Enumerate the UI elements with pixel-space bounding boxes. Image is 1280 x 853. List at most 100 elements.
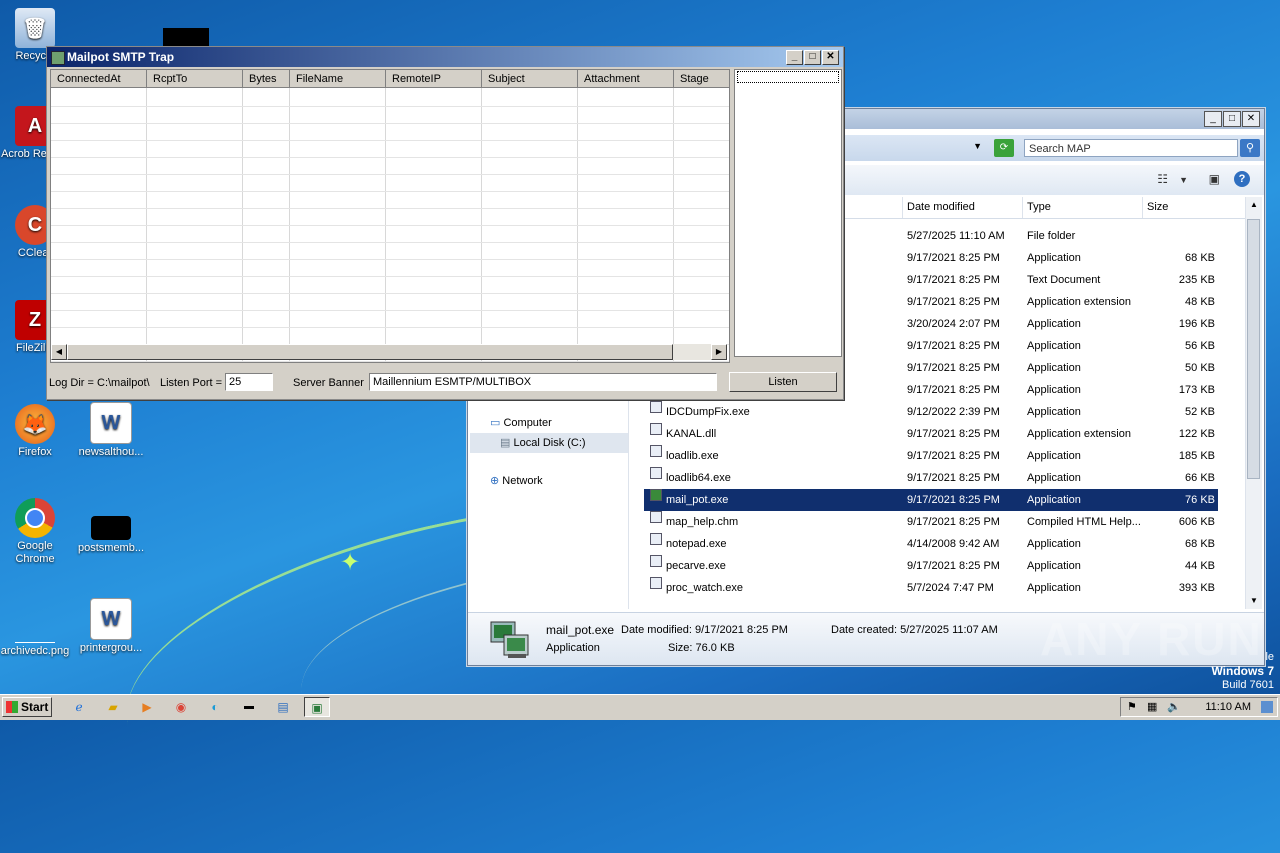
network-tool-icon[interactable]: ▤	[270, 697, 296, 717]
refresh-button[interactable]: ⟳	[994, 139, 1014, 157]
close-button[interactable]: ✕	[822, 50, 839, 65]
column-header-attachment[interactable]: Attachment	[578, 70, 674, 88]
file-row[interactable]: map_help.chm 9/17/2021 8:25 PM Compiled HT…	[644, 511, 1218, 533]
nav-item-network[interactable]: ⊕ Network	[490, 471, 628, 491]
vertical-scrollbar[interactable]: ▲ ▼	[1245, 197, 1262, 609]
taskbar: Start ℯ ▰ ▶ ◉ ◐ ▬ ▤ ▣ ⚑ ▦ 🔈 11:10 AM	[0, 694, 1280, 720]
file-size: 56 KB	[1185, 340, 1215, 352]
file-type: Application	[1027, 362, 1081, 374]
file-date: 9/17/2021 8:25 PM	[907, 296, 1000, 308]
desktop-icon-newsalthou[interactable]: W newsalthou...	[76, 402, 146, 459]
firefox-icon: 🦊	[15, 404, 55, 444]
windows-logo-icon	[6, 701, 18, 713]
disk-icon: ▤	[500, 437, 511, 449]
scroll-thumb[interactable]	[67, 344, 673, 360]
column-header-remoteip[interactable]: RemoteIP	[386, 70, 482, 88]
nav-item-computer[interactable]: ▭ Computer	[490, 413, 628, 433]
column-header-size[interactable]: Size	[1142, 197, 1223, 218]
wallpaper-logo: ✦	[340, 549, 361, 576]
search-input[interactable]: Search MAP	[1024, 139, 1238, 157]
file-row[interactable]: notepad.exe 4/14/2008 9:42 AM Application 6…	[644, 533, 1218, 555]
mailpot-task-button[interactable]: ▣	[304, 697, 330, 717]
close-button[interactable]: ✕	[1242, 111, 1260, 127]
file-size: 44 KB	[1185, 560, 1215, 572]
file-type: Application extension	[1027, 428, 1131, 440]
file-type: Application	[1027, 538, 1081, 550]
file-icon	[650, 577, 662, 589]
file-row[interactable]: proc_watch.exe 5/7/2024 7:47 PM Applicatio…	[644, 577, 1218, 599]
folder-icon[interactable]: ▰	[100, 697, 126, 717]
file-row[interactable]: KANAL.dll 9/17/2021 8:25 PM Application ex…	[644, 423, 1218, 445]
chevron-down-icon[interactable]: ▼	[973, 141, 982, 151]
search-icon[interactable]: ⚲	[1240, 139, 1260, 157]
file-row[interactable]: mail_pot.exe 9/17/2021 8:25 PM Application…	[644, 489, 1218, 511]
mail-pot-app-icon	[51, 51, 65, 65]
file-icon	[650, 445, 662, 457]
file-size: 173 KB	[1178, 384, 1215, 396]
column-header-type[interactable]: Type	[1022, 197, 1143, 218]
grid-lines	[51, 88, 729, 362]
preview-pane-icon[interactable]: ▣	[1209, 172, 1220, 186]
minimize-button[interactable]: _	[786, 50, 803, 65]
scroll-left-arrow[interactable]: ◀	[51, 344, 67, 360]
connections-grid[interactable]: ConnectedAt RcptTo Bytes FileName RemoteIP Su…	[50, 69, 730, 363]
desktop-icon-firefox[interactable]: 🦊 Firefox	[0, 404, 70, 459]
media-player-icon[interactable]: ▶	[134, 697, 160, 717]
edge-icon[interactable]: ◐	[202, 697, 228, 717]
mailpot-titlebar[interactable]: Mailpot SMTP Trap _ □ ✕	[47, 47, 843, 67]
desktop-icon-printergrou[interactable]: W printergrou...	[76, 598, 146, 655]
log-dir-label: Log Dir = C:\mailpot\	[49, 377, 150, 389]
ie-icon[interactable]: ℯ	[66, 697, 92, 717]
word-document-icon: W	[90, 598, 132, 640]
desktop-icon-chrome[interactable]: Google Chrome	[0, 498, 70, 566]
file-row[interactable]: loadlib64.exe 9/17/2021 8:25 PM Applicatio…	[644, 467, 1218, 489]
network-status-icon[interactable]: ▦	[1147, 700, 1157, 713]
file-type: Application	[1027, 450, 1081, 462]
scroll-up-arrow[interactable]: ▲	[1246, 197, 1262, 213]
desktop-icon-archivedc[interactable]: archivedc.png	[0, 602, 70, 658]
volume-icon[interactable]: 🔈	[1167, 700, 1181, 713]
maximize-button[interactable]: □	[804, 50, 821, 65]
clock[interactable]: 11:10 AM	[1205, 701, 1251, 713]
help-icon[interactable]: ?	[1234, 171, 1250, 187]
scroll-down-arrow[interactable]: ▼	[1246, 593, 1262, 609]
horizontal-scrollbar[interactable]: ◀ ▶	[51, 344, 727, 360]
cmd-icon[interactable]: ▬	[236, 697, 262, 717]
file-name: IDCDumpFix.exe	[666, 406, 750, 418]
scroll-right-arrow[interactable]: ▶	[711, 344, 727, 360]
file-name: KANAL.dll	[666, 428, 717, 440]
flag-icon[interactable]: ⚑	[1127, 700, 1137, 713]
file-icon	[650, 401, 662, 413]
column-header-date[interactable]: Date modified	[902, 197, 1023, 218]
column-header-connectedat[interactable]: ConnectedAt	[51, 70, 147, 88]
column-header-rcptto[interactable]: RcptTo	[147, 70, 243, 88]
column-header-filename[interactable]: FileName	[290, 70, 386, 88]
file-size: 68 KB	[1185, 252, 1215, 264]
chrome-icon[interactable]: ◉	[168, 697, 194, 717]
file-icon	[650, 533, 662, 545]
minimize-button[interactable]: _	[1204, 111, 1222, 127]
scroll-thumb[interactable]	[1247, 219, 1260, 479]
maximize-button[interactable]: □	[1223, 111, 1241, 127]
file-type: File folder	[1027, 230, 1076, 242]
column-header-bytes[interactable]: Bytes	[243, 70, 290, 88]
listen-port-field[interactable]: 25	[225, 373, 273, 391]
file-size: 196 KB	[1178, 318, 1215, 330]
column-header-stage[interactable]: Stage	[674, 70, 729, 88]
file-row[interactable]: loadlib.exe 9/17/2021 8:25 PM Application 1…	[644, 445, 1218, 467]
nav-item-local-disk[interactable]: ▤ Local Disk (C:)	[470, 433, 628, 453]
desktop-icon-postsmemb[interactable]: postsmemb...	[76, 500, 146, 555]
log-listbox[interactable]	[734, 69, 842, 357]
file-row[interactable]: pecarve.exe 9/17/2021 8:25 PM Application 4…	[644, 555, 1218, 577]
start-button[interactable]: Start	[2, 697, 52, 717]
column-header-subject[interactable]: Subject	[482, 70, 578, 88]
file-size: 235 KB	[1178, 274, 1215, 286]
server-banner-field[interactable]: Maillennium ESMTP/MULTIBOX	[369, 373, 717, 391]
show-desktop-icon[interactable]	[1261, 701, 1273, 713]
chevron-down-icon[interactable]: ▼	[1179, 175, 1188, 185]
listen-button[interactable]: Listen	[729, 372, 837, 392]
file-row[interactable]: IDCDumpFix.exe 9/12/2022 2:39 PM Applicati…	[644, 401, 1218, 423]
image-file-icon	[15, 602, 55, 643]
file-type: Application extension	[1027, 296, 1131, 308]
view-options-icon[interactable]: ☷	[1157, 172, 1168, 186]
